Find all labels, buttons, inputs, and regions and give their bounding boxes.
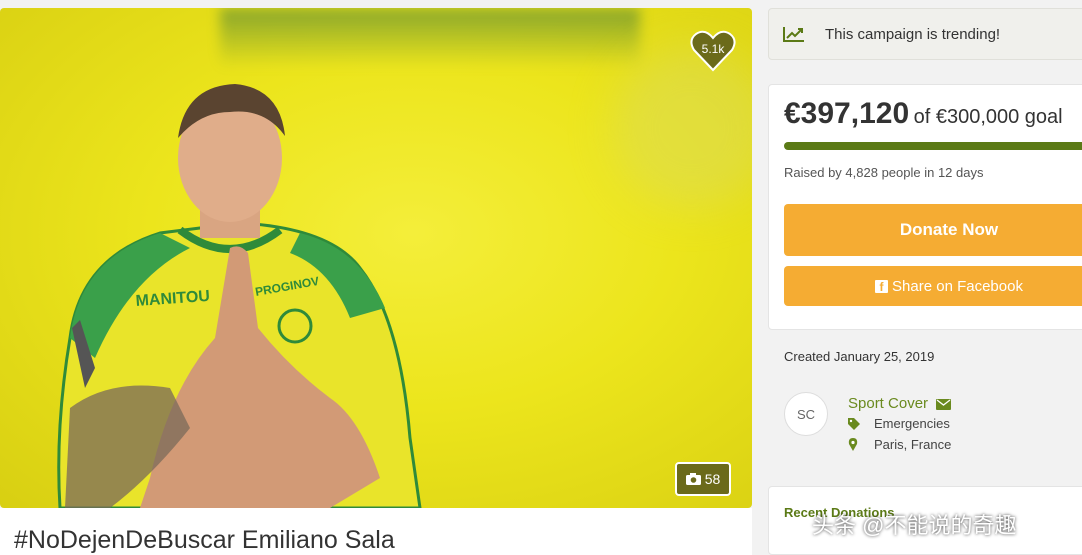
photo-gallery-button[interactable]: 58 xyxy=(675,462,731,496)
category-link[interactable]: Emergencies xyxy=(874,416,950,431)
campaign-hero-image[interactable]: MANITOU PROGINOV 5.1k 58 xyxy=(0,8,752,508)
raised-summary: €397,120 of €300,000 goal xyxy=(784,97,1063,131)
organizer-link[interactable]: Sport Cover xyxy=(848,395,952,412)
map-pin-icon xyxy=(848,438,858,451)
envelope-icon[interactable] xyxy=(936,398,952,410)
category-line: Emergencies xyxy=(848,416,950,431)
goal-text: of €300,000 goal xyxy=(913,106,1063,128)
trending-banner: This campaign is trending! xyxy=(768,8,1082,60)
photo-count: 58 xyxy=(704,471,721,487)
raised-by-text: Raised by 4,828 people in 12 days xyxy=(784,165,984,180)
organizer-name: Sport Cover xyxy=(848,395,929,412)
avatar-initials: SC xyxy=(796,406,816,422)
trend-chart-icon xyxy=(783,27,804,42)
like-count: 5.1k xyxy=(701,42,725,56)
tag-icon xyxy=(848,417,860,430)
created-date: Created January 25, 2019 xyxy=(784,349,935,364)
progress-bar xyxy=(784,142,1082,150)
campaign-title: #NoDejenDeBuscar Emiliano Sala xyxy=(14,526,395,554)
watermark: 头条 @不能说的奇趣 xyxy=(812,513,1017,538)
progress-fill xyxy=(784,142,1082,150)
avatar[interactable]: SC xyxy=(784,392,828,436)
facebook-icon: f xyxy=(875,279,889,294)
camera-icon xyxy=(685,473,701,485)
donate-button-label: Donate Now xyxy=(899,220,999,239)
location-text: Paris, France xyxy=(874,437,952,452)
location-line: Paris, France xyxy=(848,437,951,452)
raised-amount: €397,120 xyxy=(784,97,910,130)
donate-button[interactable]: Donate Now xyxy=(784,204,1082,256)
share-button-label: Share on Facebook xyxy=(892,277,1023,295)
share-facebook-button[interactable]: f Share on Facebook xyxy=(784,266,1082,306)
trending-text: This campaign is trending! xyxy=(825,25,1001,43)
like-badge[interactable]: 5.1k xyxy=(690,30,736,72)
player-photo: MANITOU PROGINOV xyxy=(57,84,422,508)
donation-card: €397,120 of €300,000 goal Raised by 4,82… xyxy=(768,84,1082,330)
